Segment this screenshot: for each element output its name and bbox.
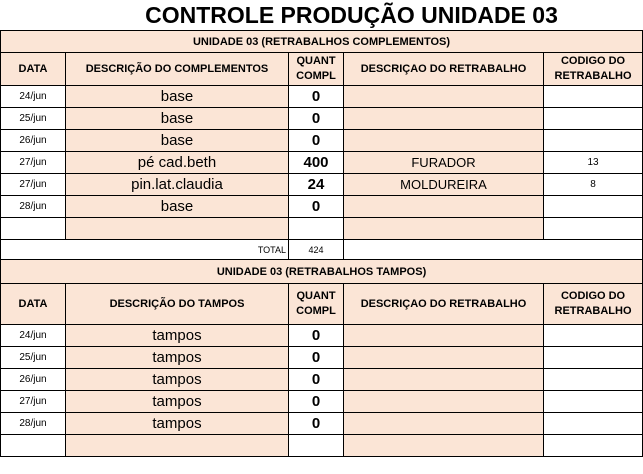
cell-data[interactable]: 27/jun	[0, 390, 66, 413]
table-row: 26/jun base 0	[0, 129, 643, 152]
cell-data[interactable]	[0, 217, 66, 240]
cell-retrabalho[interactable]	[343, 324, 544, 347]
cell-quant[interactable]: 0	[288, 368, 344, 391]
header-descricao[interactable]: DESCRIÇÃO DO TAMPOS	[65, 283, 289, 325]
table-row: 24/jun tampos 0	[0, 324, 643, 347]
cell-codigo[interactable]	[542, 434, 643, 457]
cell-codigo[interactable]	[542, 195, 643, 218]
cell-data[interactable]: 27/jun	[0, 173, 66, 196]
cell-desc[interactable]: tampos	[65, 346, 289, 369]
cell-desc[interactable]: base	[65, 107, 289, 130]
cell-desc[interactable]: base	[65, 129, 289, 152]
cell-codigo[interactable]	[542, 217, 643, 240]
cell-quant[interactable]: 400	[288, 151, 344, 174]
cell-desc[interactable]: pé cad.beth	[65, 151, 289, 174]
header-desc-retrabalho[interactable]: DESCRIÇAO DO RETRABALHO	[343, 52, 544, 86]
section-header-tampos[interactable]: UNIDADE 03 (RETRABALHOS TAMPOS)	[0, 259, 643, 284]
header-quant[interactable]: QUANT COMPL	[288, 283, 344, 325]
sheet-title: CONTROLE PRODUÇÃO UNIDADE 03	[145, 2, 558, 28]
cell-desc[interactable]: tampos	[65, 412, 289, 435]
table-row: 24/jun base 0	[0, 85, 643, 108]
cell-quant[interactable]: 24	[288, 173, 344, 196]
cell-quant[interactable]: 0	[288, 324, 344, 347]
cell-desc[interactable]: tampos	[65, 390, 289, 413]
total-value[interactable]: 424	[288, 239, 344, 260]
cell-retrabalho[interactable]	[343, 107, 544, 130]
header-quant[interactable]: QUANT COMPL	[288, 52, 344, 86]
cell-retrabalho[interactable]: FURADOR	[343, 151, 544, 174]
table-row: 27/jun tampos 0	[0, 390, 643, 413]
cell-data[interactable]: 24/jun	[0, 85, 66, 108]
cell-data[interactable]: 24/jun	[0, 324, 66, 347]
cell-codigo[interactable]: 8	[542, 173, 643, 196]
cell-retrabalho[interactable]	[343, 412, 544, 435]
table-row	[0, 434, 643, 457]
cell-codigo[interactable]	[542, 107, 643, 130]
header-codigo[interactable]: CODIGO DO RETRABALHO	[542, 283, 643, 325]
cell-data[interactable]: 27/jun	[0, 151, 66, 174]
cell-retrabalho[interactable]	[343, 346, 544, 369]
table-row: 27/jun pin.lat.claudia 24 MOLDUREIRA 8	[0, 173, 643, 196]
cell-desc[interactable]: base	[65, 195, 289, 218]
cell-codigo[interactable]	[542, 346, 643, 369]
cell-desc[interactable]	[65, 434, 289, 457]
cell-codigo[interactable]	[542, 390, 643, 413]
total-empty[interactable]	[342, 239, 643, 260]
header-data[interactable]: DATA	[0, 52, 66, 86]
cell-data[interactable]: 28/jun	[0, 195, 66, 218]
header-data[interactable]: DATA	[0, 283, 66, 325]
cell-desc[interactable]	[65, 217, 289, 240]
cell-quant[interactable]: 0	[288, 346, 344, 369]
header-codigo[interactable]: CODIGO DO RETRABALHO	[542, 52, 643, 86]
cell-quant[interactable]: 0	[288, 390, 344, 413]
production-table: UNIDADE 03 (RETRABALHOS COMPLEMENTOS) DA…	[0, 30, 643, 457]
cell-quant[interactable]: 0	[288, 195, 344, 218]
cell-desc[interactable]: tampos	[65, 368, 289, 391]
total-label[interactable]: TOTAL	[0, 239, 289, 260]
cell-quant[interactable]	[288, 217, 344, 240]
table-row: 25/jun base 0	[0, 107, 643, 130]
cell-quant[interactable]: 0	[288, 107, 344, 130]
table-row: 25/jun tampos 0	[0, 346, 643, 369]
cell-data[interactable]: 28/jun	[0, 412, 66, 435]
table-row	[0, 217, 643, 240]
table-row: 28/jun base 0	[0, 195, 643, 218]
cell-codigo[interactable]	[542, 129, 643, 152]
cell-quant[interactable]: 0	[288, 129, 344, 152]
cell-retrabalho[interactable]: MOLDUREIRA	[343, 173, 544, 196]
header-descricao[interactable]: DESCRIÇÃO DO COMPLEMENTOS	[65, 52, 289, 86]
cell-retrabalho[interactable]	[343, 434, 544, 457]
cell-data[interactable]: 26/jun	[0, 129, 66, 152]
cell-retrabalho[interactable]	[343, 85, 544, 108]
cell-data[interactable]: 25/jun	[0, 346, 66, 369]
section-header-complementos[interactable]: UNIDADE 03 (RETRABALHOS COMPLEMENTOS)	[0, 30, 643, 53]
cell-desc[interactable]: base	[65, 85, 289, 108]
table-row: 28/jun tampos 0	[0, 412, 643, 435]
header-desc-retrabalho[interactable]: DESCRIÇAO DO RETRABALHO	[343, 283, 544, 325]
cell-data[interactable]: 25/jun	[0, 107, 66, 130]
table-row: 26/jun tampos 0	[0, 368, 643, 391]
cell-quant[interactable]: 0	[288, 412, 344, 435]
cell-codigo[interactable]	[542, 412, 643, 435]
cell-retrabalho[interactable]	[343, 368, 544, 391]
cell-codigo[interactable]: 13	[542, 151, 643, 174]
cell-retrabalho[interactable]	[343, 390, 544, 413]
cell-quant[interactable]: 0	[288, 85, 344, 108]
cell-desc[interactable]: tampos	[65, 324, 289, 347]
cell-retrabalho[interactable]	[343, 195, 544, 218]
cell-codigo[interactable]	[542, 324, 643, 347]
cell-quant[interactable]	[288, 434, 344, 457]
cell-desc[interactable]: pin.lat.claudia	[65, 173, 289, 196]
cell-data[interactable]	[0, 434, 66, 457]
cell-codigo[interactable]	[542, 368, 643, 391]
cell-codigo[interactable]	[542, 85, 643, 108]
cell-retrabalho[interactable]	[343, 129, 544, 152]
cell-retrabalho[interactable]	[343, 217, 544, 240]
cell-data[interactable]: 26/jun	[0, 368, 66, 391]
table-row: 27/jun pé cad.beth 400 FURADOR 13	[0, 151, 643, 174]
